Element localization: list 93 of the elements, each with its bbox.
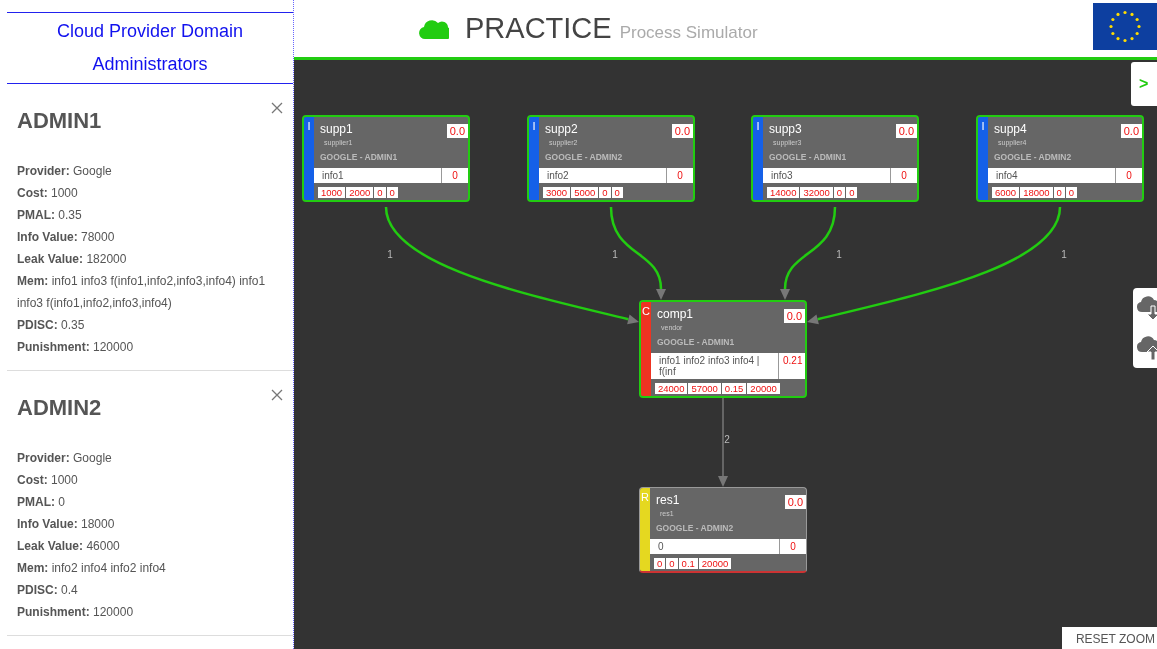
admin-name: ADMIN1 [17, 108, 102, 134]
admin-property: Mem: info2 info4 info2 info4 [17, 560, 167, 577]
admin-property: Leak Value: 182000 [17, 251, 128, 268]
admin-property: Punishment: 120000 [17, 604, 135, 621]
info-cell: info1 [314, 168, 442, 183]
node-owner: GOOGLE - ADMIN1 [768, 152, 848, 162]
metric-value: 0 [833, 187, 846, 198]
app-subtitle: Process Simulator [619, 23, 758, 43]
node-name: res1 [656, 493, 680, 507]
node-score: 0.0 [671, 124, 693, 138]
node-owner: GOOGLE - ADMIN1 [319, 152, 399, 162]
admin-property: Punishment: 120000 [17, 339, 135, 356]
node-name: comp1 [657, 307, 694, 321]
node-owner: GOOGLE - ADMIN2 [655, 523, 735, 533]
admin-property: Provider: Google [17, 450, 113, 467]
node-type-tag: C [641, 302, 651, 396]
admin-property: PMAL: 0.35 [17, 207, 83, 224]
metric-value: 0 [846, 187, 858, 198]
metric-value: 0 [599, 187, 611, 198]
metric-value: 20000 [747, 383, 780, 394]
node-name: supp2 [545, 122, 578, 136]
reset-zoom-button[interactable]: RESET ZOOM [1061, 627, 1157, 649]
node-type-tag: I [529, 117, 539, 200]
metric-value: 0 [374, 187, 386, 198]
app-title: PRACTICE [465, 12, 612, 45]
sidebar-title: Cloud Provider Domain Administrators [55, 20, 245, 76]
node-name: supp1 [320, 122, 353, 136]
node-name: supp4 [994, 122, 1027, 136]
node-type-tag: R [640, 488, 650, 571]
metric-value: 20000 [698, 558, 732, 569]
admin-property: Mem: info1 info3 f(info1,info2,info3,info4) info1 info3 f(info1,info2,info3,info4) [17, 273, 267, 312]
info-value: 0 [1125, 169, 1133, 183]
flag-icon [1093, 3, 1157, 50]
edge-label: 1 [1061, 249, 1067, 260]
metric-value: 0.15 [721, 383, 747, 394]
edge-label: 1 [387, 249, 393, 260]
admin-property: PDISC: 0.4 [17, 582, 79, 599]
info-value: 0 [676, 169, 684, 183]
node-score: 0.0 [784, 495, 806, 509]
node-score: 0.0 [446, 124, 468, 138]
metric-value: 0 [654, 558, 666, 569]
node-score: 0.0 [1120, 124, 1142, 138]
node-score: 0.0 [783, 309, 805, 323]
close-icon[interactable] [271, 102, 283, 114]
node-type-tag: I [753, 117, 763, 200]
admin-property: Info Value: 78000 [17, 229, 116, 246]
metric-value: 0 [386, 187, 398, 198]
metric-value: 6000 [992, 187, 1020, 198]
info-cell: info1 info2 info3 info4 | f(inf [651, 353, 779, 379]
node-type-tag: I [978, 117, 988, 200]
metric-value: 3000 [543, 187, 571, 198]
metric-value: 14000 [767, 187, 800, 198]
edge-label: 2 [724, 434, 730, 445]
admin-name: ADMIN2 [17, 395, 102, 421]
metric-value: 0 [1065, 187, 1078, 198]
cloud-download-icon[interactable] [1137, 296, 1157, 320]
node-owner: GOOGLE - ADMIN2 [544, 152, 624, 162]
node-score: 0.0 [895, 124, 917, 138]
metric-value: 57000 [688, 383, 721, 394]
admin-property: Info Value: 18000 [17, 516, 116, 533]
metric-value: 32000 [800, 187, 833, 198]
admin-property: PMAL: 0 [17, 494, 66, 511]
info-cell: info4 [988, 168, 1116, 183]
node-type-tag: I [304, 117, 314, 200]
admin-property: Leak Value: 46000 [17, 538, 121, 555]
metric-value: 0 [1053, 187, 1065, 198]
node-name: supp3 [769, 122, 802, 136]
node-owner: GOOGLE - ADMIN2 [993, 152, 1073, 162]
edge-label: 1 [836, 249, 842, 260]
admin-property: Cost: 1000 [17, 472, 79, 489]
metric-value: 0 [611, 187, 623, 198]
metric-value: 0.1 [678, 558, 698, 569]
info-value: 0 [900, 169, 908, 183]
metric-value: 18000 [1020, 187, 1053, 198]
metric-value: 2000 [346, 187, 374, 198]
info-value: 0.21 [782, 354, 804, 368]
edge-label: 1 [612, 249, 618, 260]
node-owner: GOOGLE - ADMIN1 [656, 337, 736, 347]
info-cell: info2 [539, 168, 667, 183]
admin-property: PDISC: 0.35 [17, 317, 86, 334]
info-cell: 0 [650, 539, 780, 554]
metric-value: 5000 [571, 187, 599, 198]
metric-value: 24000 [655, 383, 688, 394]
metric-value: 1000 [318, 187, 346, 198]
cloud-upload-icon[interactable] [1137, 336, 1157, 360]
close-icon[interactable] [271, 389, 283, 401]
info-value: 0 [789, 540, 797, 554]
cloud-icon [419, 18, 449, 39]
metric-value: 0 [666, 558, 678, 569]
info-cell: info3 [763, 168, 891, 183]
admin-property: Provider: Google [17, 163, 113, 180]
info-value: 0 [451, 169, 459, 183]
admin-property: Cost: 1000 [17, 185, 79, 202]
